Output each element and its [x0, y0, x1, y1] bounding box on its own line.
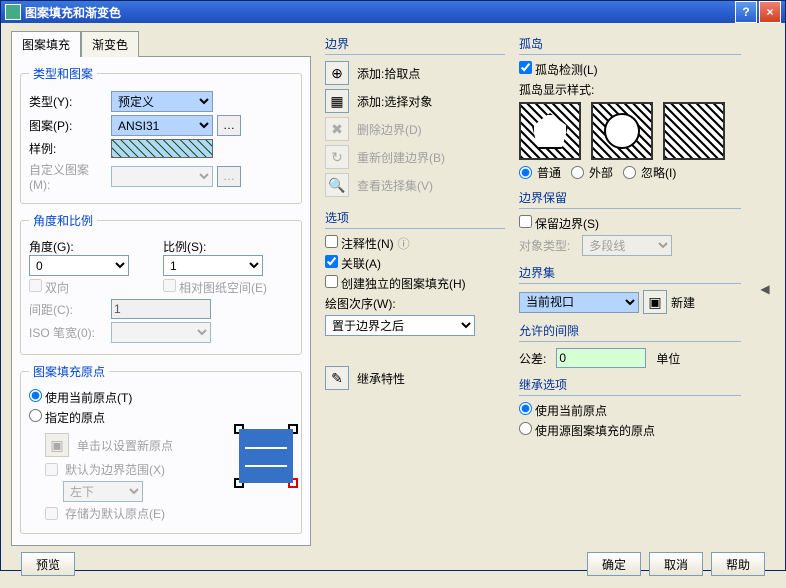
select-iso-pen	[111, 322, 211, 343]
check-double	[29, 279, 42, 292]
radio-island-normal[interactable]	[519, 166, 532, 179]
select-pattern[interactable]: ANSI31	[111, 115, 213, 136]
label-tolerance: 公差:	[519, 350, 546, 367]
island-normal-thumb[interactable]	[519, 102, 581, 160]
browse-custom-button: …	[217, 166, 241, 187]
select-angle[interactable]: 0	[29, 255, 129, 276]
label-type: 类型(Y):	[29, 93, 107, 110]
check-island-detect[interactable]	[519, 61, 532, 74]
island-ignore-thumb[interactable]	[663, 102, 725, 160]
radio-specified-origin[interactable]	[29, 409, 42, 422]
recreate-boundary-button: ↻	[325, 145, 349, 169]
select-draw-order[interactable]: 置于边界之后	[325, 315, 475, 336]
label-angle: 角度(G):	[29, 238, 159, 255]
check-retain-bound[interactable]	[519, 215, 532, 228]
app-icon	[5, 4, 21, 20]
label-pattern: 图案(P):	[29, 117, 107, 134]
input-spacing	[111, 299, 211, 319]
window-title: 图案填充和渐变色	[25, 4, 121, 21]
legend-type-pattern: 类型和图案	[29, 65, 97, 82]
tab-panel: 类型和图案 类型(Y): 预定义 图案(P): ANSI31 … 样例:	[11, 56, 311, 546]
radio-use-current-origin[interactable]	[29, 389, 42, 402]
radio-island-outer[interactable]	[571, 166, 584, 179]
select-scale[interactable]: 1	[163, 255, 263, 276]
legend-origin: 图案填充原点	[29, 363, 109, 380]
group-type-pattern: 类型和图案 类型(Y): 预定义 图案(P): ANSI31 … 样例:	[20, 65, 302, 204]
pick-origin-button: ▣	[45, 433, 69, 457]
help-titlebar-button[interactable]: ?	[735, 1, 757, 23]
info-icon: ⓘ	[398, 235, 410, 252]
tab-gradient[interactable]: 渐变色	[81, 31, 139, 57]
cancel-button[interactable]: 取消	[649, 552, 703, 576]
section-bound-set: 边界集	[519, 264, 741, 284]
section-gap: 允许的间隙	[519, 322, 741, 342]
view-selection-button: 🔍	[325, 173, 349, 197]
check-store-default	[45, 507, 58, 520]
radio-inherit-current[interactable]	[519, 402, 532, 415]
radio-inherit-source[interactable]	[519, 422, 532, 435]
section-options: 选项	[325, 209, 505, 229]
label-sample: 样例:	[29, 140, 107, 157]
island-outer-thumb[interactable]	[591, 102, 653, 160]
select-objects-button[interactable]: ▦	[325, 89, 349, 113]
label-custom: 自定义图案(M):	[29, 161, 107, 192]
ok-button[interactable]: 确定	[587, 552, 641, 576]
group-origin: 图案填充原点 使用当前原点(T) 指定的原点 ▣单击以设置新原点 默认为边界范围…	[20, 363, 302, 534]
input-tolerance[interactable]	[556, 348, 646, 368]
origin-preview	[239, 429, 293, 483]
remove-boundary-button: ✖	[325, 117, 349, 141]
help-button[interactable]: 帮助	[711, 552, 765, 576]
section-bound-retain: 边界保留	[519, 189, 741, 209]
section-islands: 孤岛	[519, 35, 741, 55]
titlebar: 图案填充和渐变色 ? ×	[1, 1, 785, 23]
check-rel-paper	[163, 279, 176, 292]
label-obj-type: 对象类型:	[519, 237, 570, 254]
check-independent[interactable]	[325, 275, 338, 288]
select-custom	[111, 166, 213, 187]
preview-button[interactable]: 预览	[21, 552, 75, 576]
select-origin-pos: 左下	[63, 481, 143, 502]
group-angle-scale: 角度和比例 角度(G): 0 比例(S): 1	[20, 212, 302, 355]
select-obj-type: 多段线	[582, 235, 672, 256]
label-spacing: 间距(C):	[29, 301, 107, 318]
collapse-button[interactable]: ◀	[755, 282, 775, 296]
legend-angle-scale: 角度和比例	[29, 212, 97, 229]
radio-island-ignore[interactable]	[623, 166, 636, 179]
label-draw-order: 绘图次序(W):	[325, 295, 505, 312]
inherit-props-button[interactable]: ✎	[325, 366, 349, 390]
check-default-extent	[45, 463, 58, 476]
new-bound-set-button[interactable]: ▣	[643, 290, 667, 314]
label-island-style: 孤岛显示样式:	[519, 81, 741, 98]
section-boundary: 边界	[325, 35, 505, 55]
sample-swatch[interactable]	[111, 139, 213, 158]
browse-pattern-button[interactable]: …	[217, 115, 241, 136]
tab-hatch[interactable]: 图案填充	[11, 31, 81, 57]
label-iso-pen: ISO 笔宽(0):	[29, 324, 107, 341]
select-type[interactable]: 预定义	[111, 91, 213, 112]
pick-points-button[interactable]: ⊕	[325, 61, 349, 85]
check-annotative[interactable]	[325, 235, 338, 248]
section-inherit-opt: 继承选项	[519, 376, 741, 396]
select-bound-set[interactable]: 当前视口	[519, 292, 639, 313]
label-scale: 比例(S):	[163, 238, 293, 255]
label-unit: 单位	[656, 350, 680, 367]
check-associative[interactable]	[325, 255, 338, 268]
close-button[interactable]: ×	[759, 1, 781, 23]
